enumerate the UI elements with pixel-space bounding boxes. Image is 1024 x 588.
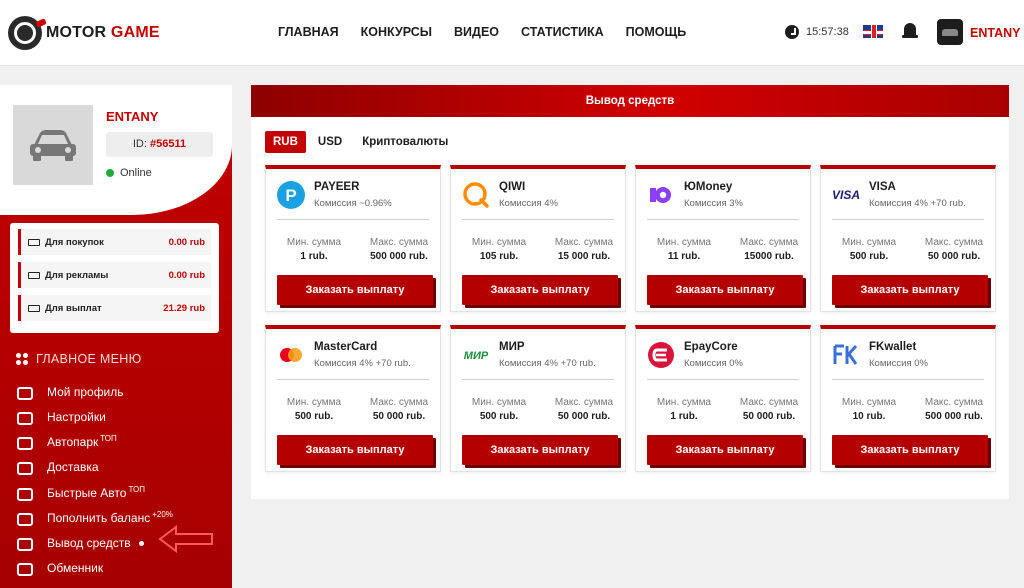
tab-usd[interactable]: USD	[310, 131, 350, 153]
svg-text:P: P	[285, 186, 296, 205]
balances-box: Для покупок 0.00 rub Для рекламы 0.00 ru…	[10, 223, 219, 333]
logo-text: MOTOR GAME	[46, 24, 160, 41]
mastercard-icon	[280, 348, 302, 362]
epaycore-icon	[648, 342, 674, 368]
method-card-fkwallet: FKwallet Комиссия 0% Мин. сумма 10 rub. М…	[820, 325, 996, 472]
order-payout-button-fkwallet[interactable]: Заказать выплату	[832, 435, 988, 465]
exchange-icon	[16, 561, 33, 576]
method-card-mastercard: MasterCard Комиссия 4% +70 rub. Мин. сум…	[265, 325, 441, 472]
divider	[832, 379, 984, 380]
divider	[462, 219, 614, 220]
divider	[277, 379, 429, 380]
balance-payouts: Для выплат 21.29 rub	[18, 295, 211, 321]
highlight-arrow-icon	[158, 525, 213, 553]
yoomoney-icon	[650, 187, 671, 203]
order-payout-button-mastercard[interactable]: Заказать выплату	[277, 435, 433, 465]
avatar[interactable]	[13, 105, 93, 185]
nav-home[interactable]: ГЛАВНАЯ	[278, 25, 339, 39]
sidebar: ENTANY ID: #56511 Online Для покупок 0.0…	[0, 85, 232, 588]
logo-turbo-icon	[8, 16, 42, 50]
menu-top-up[interactable]: Пополнить баланс +20%	[16, 510, 173, 526]
header-avatar[interactable]	[937, 19, 963, 45]
svg-text:МИР: МИР	[464, 350, 489, 362]
method-card-visa: VISA VISA Комиссия 4% +70 rub. Мин. сумм…	[820, 165, 996, 312]
svg-text:VISA: VISA	[832, 188, 860, 202]
divider	[277, 219, 429, 220]
mir-icon: МИР	[464, 350, 489, 362]
car-avatar-icon	[30, 130, 76, 161]
logo[interactable]: MOTOR GAME	[8, 16, 160, 50]
tab-crypto[interactable]: Криптовалюты	[354, 131, 456, 153]
divider	[832, 219, 984, 220]
online-status: Online	[106, 167, 152, 179]
profile-car-icon	[16, 385, 33, 400]
divider	[462, 379, 614, 380]
language-flag-uk-icon[interactable]	[863, 25, 883, 38]
visa-icon: VISA	[832, 188, 860, 202]
server-time: 15:57:38	[806, 26, 849, 38]
nav-video[interactable]: ВИДЕО	[454, 25, 499, 39]
menu-grid-icon	[16, 353, 28, 365]
currency-tabs: RUB USD Криптовалюты	[265, 131, 456, 153]
menu-exchanger[interactable]: Обменник	[16, 561, 103, 576]
order-payout-button-qiwi[interactable]: Заказать выплату	[462, 275, 618, 305]
fkwallet-icon	[833, 344, 858, 365]
menu-settings[interactable]: Настройки	[16, 410, 106, 425]
method-card-qiwi: QIWI Комиссия 4% Мин. сумма 105 rub. Макс…	[450, 165, 626, 312]
order-payout-button-mir[interactable]: Заказать выплату	[462, 435, 618, 465]
menu-my-profile[interactable]: Мой профиль	[16, 385, 124, 400]
clock-icon	[785, 25, 799, 39]
settings-icon	[16, 410, 33, 425]
panel-title: Вывод средств	[251, 85, 1009, 117]
divider	[647, 379, 799, 380]
active-indicator-dot	[138, 540, 144, 546]
method-card-epaycore: EpayCore Комиссия 0% Мин. сумма 1 rub. Ма…	[635, 325, 811, 472]
order-payout-button-payeer[interactable]: Заказать выплату	[277, 275, 433, 305]
balance-advertising: Для рекламы 0.00 rub	[18, 262, 211, 288]
piggy-bank-icon	[16, 511, 33, 526]
profile-id: ID: #56511	[106, 132, 213, 157]
payeer-icon: P	[277, 181, 305, 209]
profile-name: ENTANY	[106, 109, 159, 124]
nav-statistics[interactable]: СТАТИСТИКА	[521, 25, 604, 39]
method-card-mir: МИР МИР Комиссия 4% +70 rub. Мин. сумма 5…	[450, 325, 626, 472]
megaphone-icon	[27, 270, 40, 280]
status-dot-icon	[106, 169, 114, 177]
main-nav: ГЛАВНАЯ КОНКУРСЫ ВИДЕО СТАТИСТИКА ПОМОЩЬ	[278, 25, 686, 39]
order-payout-button-epaycore[interactable]: Заказать выплату	[647, 435, 803, 465]
truck-icon	[16, 460, 33, 475]
top-header: MOTOR GAME ГЛАВНАЯ КОНКУРСЫ ВИДЕО СТАТИС…	[0, 0, 1024, 66]
header-username[interactable]: ENTANY	[970, 26, 1020, 40]
tab-rub[interactable]: RUB	[265, 131, 306, 153]
menu-withdraw[interactable]: Вывод средств	[16, 536, 144, 551]
menu-fast-cars[interactable]: Быстрые Авто ТОП	[16, 485, 145, 501]
withdraw-panel: Вывод средств RUB USD Криптовалюты P PAY…	[251, 85, 1009, 499]
fast-car-icon	[16, 486, 33, 501]
main-menu-title: ГЛАВНОЕ МЕНЮ	[16, 352, 142, 366]
balance-purchases: Для покупок 0.00 rub	[18, 229, 211, 255]
menu-delivery[interactable]: Доставка	[16, 460, 99, 475]
order-payout-button-visa[interactable]: Заказать выплату	[832, 275, 988, 305]
nav-contests[interactable]: КОНКУРСЫ	[361, 25, 432, 39]
nav-help[interactable]: ПОМОЩЬ	[626, 25, 687, 39]
method-card-yoomoney: ЮMoney Комиссия 3% Мин. сумма 11 rub. Мак…	[635, 165, 811, 312]
method-card-payeer: P PAYEER Комиссия ~0.96% Мин. сумма 1 rub…	[265, 165, 441, 312]
money-icon	[27, 303, 40, 313]
menu-garage[interactable]: Автопарк ТОП	[16, 434, 117, 450]
qiwi-icon	[463, 182, 489, 208]
divider	[647, 219, 799, 220]
order-payout-button-yoomoney[interactable]: Заказать выплату	[647, 275, 803, 305]
key-icon	[16, 435, 33, 450]
withdraw-icon	[16, 536, 33, 551]
profile-card: ENTANY ID: #56511 Online	[0, 85, 232, 215]
cart-icon	[27, 237, 40, 247]
notification-bell-icon[interactable]	[902, 23, 918, 41]
